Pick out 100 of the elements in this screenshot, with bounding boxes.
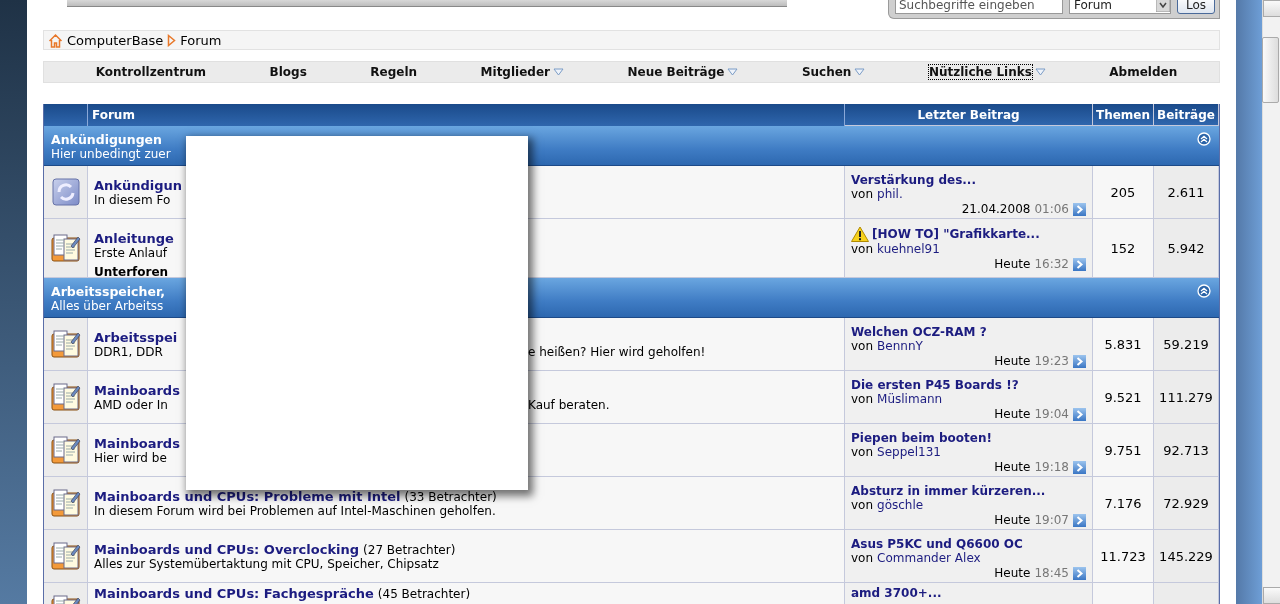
nav-link[interactable]: Nützliche Links [928, 65, 1032, 79]
post-title-link[interactable]: amd 3700+... [851, 586, 942, 600]
post-title-link[interactable]: Die ersten P45 Boards !? [851, 378, 1019, 392]
breadcrumb-link[interactable]: Forum [180, 32, 222, 48]
post-time: 18:45 [1034, 566, 1069, 580]
forum-description: Kauf beraten. [528, 398, 610, 412]
post-time: 19:23 [1034, 354, 1069, 368]
author-link[interactable]: Commander Alex [877, 551, 981, 565]
thread-count-cell: 5.831 [1093, 318, 1154, 371]
category-description: Alles über Arbeitss [51, 299, 165, 313]
forum-description: In diesem Forum wird bei Problemen auf Intel-Maschinen geholfen. [94, 504, 496, 518]
breadcrumb-link[interactable]: ComputerBase [67, 32, 164, 48]
forum-title-link[interactable]: Mainboards [94, 383, 180, 398]
post-title-link[interactable]: [HOW TO] "Grafikkarte... [872, 227, 1040, 241]
by-label: von [851, 187, 874, 201]
dropdown-icon[interactable] [727, 68, 739, 76]
post-title-link[interactable]: Piepen beim booten! [851, 431, 992, 445]
forum-title-link[interactable]: Mainboards und CPUs: Overclocking [94, 542, 360, 557]
forum-description: Erste Anlauf [94, 246, 167, 260]
nav-link[interactable]: Neue Beiträge [627, 65, 725, 79]
category-title[interactable]: Ankündigungen [51, 132, 171, 147]
viewer-count: (45 Betrachter) [377, 587, 471, 601]
dropdown-arrow-icon[interactable] [1155, 0, 1170, 12]
go-to-post-icon[interactable] [1073, 407, 1086, 421]
author-link[interactable]: Seppel131 [877, 445, 941, 459]
forum-description: DDR1, DDR [94, 345, 163, 359]
post-count-cell: 5.942 [1154, 219, 1219, 278]
post-count-cell: 92.713 [1154, 424, 1219, 477]
by-label: von [851, 445, 874, 459]
thread-count-cell: 205 [1093, 166, 1154, 219]
collapse-icon[interactable] [1197, 284, 1211, 298]
dropdown-icon[interactable] [553, 68, 564, 76]
go-to-post-icon[interactable] [1073, 257, 1086, 271]
forum-title-link[interactable]: Anleitunge [94, 231, 174, 246]
search-field[interactable]: Suchbegriffe eingeben [894, 0, 1063, 14]
post-time: 16:32 [1034, 257, 1069, 271]
by-label: von [851, 242, 874, 256]
post-date: Heute [994, 460, 1031, 474]
forum-title-link[interactable]: Mainboards und CPUs: Fachgespräche [94, 586, 374, 601]
nav-link[interactable]: Kontrollzentrum [95, 65, 207, 79]
go-to-post-icon[interactable] [1073, 202, 1086, 216]
column-header: Themen [1093, 104, 1154, 126]
author-link[interactable]: BennnY [877, 339, 923, 353]
post-date: Heute [994, 257, 1031, 271]
category-description: Hier unbedingt zuer [51, 147, 171, 161]
post-time: 19:07 [1034, 513, 1069, 527]
post-title-link[interactable]: Absturz in immer kürzeren... [851, 484, 1046, 498]
forum-title-link[interactable]: Mainboards [94, 436, 180, 451]
author-link[interactable]: Müslimann [877, 392, 943, 406]
thread-count-cell: 9.751 [1093, 424, 1154, 477]
post-title-link[interactable]: Asus P5KC und Q6600 OC [851, 537, 1023, 551]
separator-icon [167, 33, 177, 47]
nav-link[interactable]: Mitglieder [480, 65, 550, 79]
notepad-icon [48, 541, 83, 571]
post-date: Heute [994, 407, 1031, 421]
search-button[interactable]: Los [1176, 0, 1215, 14]
collapse-icon[interactable] [1197, 132, 1211, 146]
column-header: Letzter Beitrag [845, 104, 1093, 126]
go-to-post-icon[interactable] [1073, 566, 1086, 580]
post-title-link[interactable]: Welchen OCZ-RAM ? [851, 325, 987, 339]
post-count-cell: 111.279 [1154, 371, 1219, 424]
post-time: 19:18 [1034, 460, 1069, 474]
go-to-post-icon[interactable] [1073, 460, 1086, 474]
viewer-count: (33 Betrachter) [404, 490, 497, 504]
post-title-link[interactable]: Verstärkung des... [851, 173, 976, 187]
subforums-label: Unterforen [94, 265, 170, 279]
author-link[interactable]: kuehnel91 [877, 242, 940, 256]
nav-link[interactable]: Suchen [801, 65, 852, 79]
author-link[interactable]: göschle [877, 498, 924, 512]
go-to-post-icon[interactable] [1073, 354, 1086, 368]
forum-description: Hier wird be [94, 451, 167, 465]
column-header: Beiträge [1154, 104, 1219, 126]
by-label: von [851, 551, 874, 565]
forum-title-link[interactable]: Arbeitsspei [94, 330, 178, 345]
scrollbar[interactable] [1262, 0, 1280, 604]
forum-title-link[interactable]: Mainboards und CPUs: Probleme mit Intel [94, 489, 401, 504]
notepad-icon [48, 488, 83, 518]
author-link[interactable]: phil. [877, 187, 903, 201]
thread-count-cell: 11.723 [1093, 530, 1154, 583]
forum-title-link[interactable]: Ankündigun [94, 178, 183, 193]
logo-tile-icon [51, 178, 80, 206]
notepad-icon [48, 233, 83, 263]
dropdown-icon[interactable] [854, 68, 866, 76]
go-to-post-icon[interactable] [1073, 513, 1086, 527]
home-icon[interactable] [48, 32, 63, 48]
nav-link[interactable]: Regeln [370, 65, 418, 79]
notepad-icon [48, 382, 83, 412]
post-time: 19:04 [1034, 407, 1069, 421]
dropdown-icon[interactable] [1034, 68, 1046, 76]
nav-link[interactable]: Blogs [269, 65, 307, 79]
forum-description: In diesem Fo [94, 193, 171, 207]
category-title[interactable]: Arbeitsspeicher, [51, 284, 165, 299]
post-date: Heute [994, 513, 1031, 527]
forum-description: e heißen? Hier wird geholfen! [528, 345, 706, 359]
forum-description: Alles zur Systemübertaktung mit CPU, Speicher, Chipsatz [94, 557, 439, 571]
scope-dropdown[interactable]: Forum [1068, 0, 1171, 14]
forum-description: AMD oder In [94, 398, 168, 412]
nav-link[interactable]: Abmelden [1109, 65, 1178, 79]
header-cell [44, 104, 88, 126]
post-count-cell: 145.229 [1154, 530, 1219, 583]
